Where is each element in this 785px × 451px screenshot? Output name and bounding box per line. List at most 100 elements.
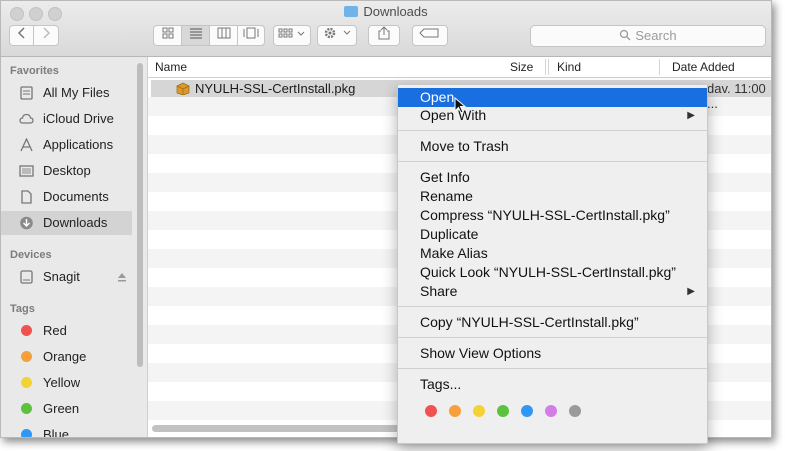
column-kind-header[interactable]: Kind: [557, 60, 581, 74]
list-view-button[interactable]: [182, 26, 210, 45]
menu-item-label: Copy “NYULH-SSL-CertInstall.pkg”: [420, 314, 639, 330]
column-view-button[interactable]: [210, 26, 238, 45]
sidebar-item-label: Desktop: [43, 163, 91, 178]
sidebar-tag-blue[interactable]: Blue: [1, 423, 132, 438]
column-divider[interactable]: [545, 59, 546, 75]
window-title-text: Downloads: [363, 4, 428, 19]
mouse-cursor-icon: [454, 97, 467, 114]
downloads-icon: [20, 216, 33, 230]
sidebar-item-applications[interactable]: Applications: [1, 133, 132, 157]
menu-item-label: Open: [420, 89, 455, 105]
forward-button[interactable]: [34, 26, 58, 45]
tag-blue-swatch[interactable]: [521, 405, 533, 417]
menu-item-duplicate[interactable]: Duplicate: [398, 225, 707, 244]
menu-separator: [398, 306, 707, 307]
search-field[interactable]: Search: [530, 25, 766, 47]
chevron-left-icon: [17, 27, 25, 39]
yellow-tag-icon: [21, 377, 32, 388]
sidebar-item-all-my-files[interactable]: All My Files: [1, 81, 132, 105]
blue-tag-icon: [21, 429, 32, 437]
tag-gray-swatch[interactable]: [569, 405, 581, 417]
all-files-icon: [20, 86, 33, 100]
menu-item-make-alias[interactable]: Make Alias: [398, 244, 707, 263]
column-divider[interactable]: [548, 59, 549, 75]
menu-item-open-with[interactable]: Open With ▶: [398, 106, 707, 125]
sidebar-tag-orange[interactable]: Orange: [1, 345, 132, 369]
column-divider[interactable]: [659, 59, 660, 75]
menu-item-rename[interactable]: Rename: [398, 187, 707, 206]
menu-item-label: Duplicate: [420, 226, 479, 242]
toolbar: Downloads Search: [1, 1, 771, 57]
context-menu: Open Open With ▶ Move to Trash Get Info R…: [397, 84, 708, 444]
grid-icon: [162, 27, 173, 39]
sidebar-scrollbar[interactable]: [137, 63, 143, 367]
tags-header: Tags: [10, 303, 35, 315]
sidebar: Favorites All My Files iCloud Drive Appl…: [1, 57, 148, 437]
sidebar-item-documents[interactable]: Documents: [1, 185, 132, 209]
eject-icon[interactable]: [117, 272, 127, 282]
column-name-header[interactable]: Name: [155, 60, 187, 74]
menu-item-share[interactable]: Share ▶: [398, 282, 707, 301]
sidebar-tag-yellow[interactable]: Yellow: [1, 371, 132, 395]
favorites-header: Favorites: [10, 65, 59, 77]
menu-item-copy[interactable]: Copy “NYULH-SSL-CertInstall.pkg”: [398, 313, 707, 332]
green-tag-icon: [21, 403, 32, 414]
sidebar-item-icloud-drive[interactable]: iCloud Drive: [1, 107, 132, 131]
menu-item-label: Compress “NYULH-SSL-CertInstall.pkg”: [420, 207, 670, 223]
icon-view-button[interactable]: [154, 26, 182, 45]
sidebar-item-label: Red: [43, 323, 67, 338]
horizontal-scrollbar[interactable]: [152, 425, 422, 432]
cloud-icon: [19, 113, 34, 124]
documents-icon: [21, 190, 32, 204]
back-forward-control: [9, 25, 59, 46]
share-icon: [378, 26, 390, 40]
sidebar-item-label: Yellow: [43, 375, 81, 390]
sidebar-item-label: All My Files: [43, 85, 110, 100]
columns-icon: [217, 27, 230, 39]
file-name: NYULH-SSL-CertInstall.pkg: [195, 81, 356, 96]
menu-item-label: Get Info: [420, 169, 470, 185]
arrange-button[interactable]: [273, 25, 311, 46]
sidebar-item-snagit[interactable]: Snagit: [1, 265, 132, 289]
sidebar-item-label: Snagit: [43, 269, 80, 284]
applications-icon: [20, 138, 33, 152]
menu-item-compress[interactable]: Compress “NYULH-SSL-CertInstall.pkg”: [398, 206, 707, 225]
sidebar-item-label: Blue: [43, 427, 70, 438]
edit-tags-button[interactable]: [412, 25, 448, 46]
tag-purple-swatch[interactable]: [545, 405, 557, 417]
tag-orange-swatch[interactable]: [449, 405, 461, 417]
disk-icon: [20, 270, 33, 284]
back-button[interactable]: [10, 26, 34, 45]
menu-item-label: Make Alias: [420, 245, 488, 261]
sidebar-item-label: Documents: [43, 189, 109, 204]
sidebar-tag-red[interactable]: Red: [1, 319, 132, 343]
menu-item-label: Quick Look “NYULH-SSL-CertInstall.pkg”: [420, 264, 676, 280]
menu-item-label: Tags...: [420, 376, 462, 392]
menu-item-open[interactable]: Open: [398, 88, 707, 107]
sidebar-item-desktop[interactable]: Desktop: [1, 159, 132, 183]
gear-icon: [324, 27, 351, 39]
menu-item-move-to-trash[interactable]: Move to Trash: [398, 137, 707, 156]
tag-green-swatch[interactable]: [497, 405, 509, 417]
share-button[interactable]: [368, 25, 400, 46]
list-icon: [189, 28, 202, 39]
sidebar-item-label: Applications: [43, 137, 114, 152]
column-date-added-header[interactable]: Date Added: [672, 60, 735, 74]
cover-flow-button[interactable]: [238, 26, 264, 45]
tag-yellow-swatch[interactable]: [473, 405, 485, 417]
tag-red-swatch[interactable]: [425, 405, 437, 417]
menu-item-get-info[interactable]: Get Info: [398, 168, 707, 187]
folder-icon: [344, 6, 359, 17]
menu-item-quick-look[interactable]: Quick Look “NYULH-SSL-CertInstall.pkg”: [398, 263, 707, 282]
menu-item-tags[interactable]: Tags...: [398, 375, 707, 394]
action-button[interactable]: [317, 25, 357, 46]
sidebar-item-label: Green: [43, 401, 80, 416]
sidebar-tag-green[interactable]: Green: [1, 397, 132, 421]
column-size-header[interactable]: Size: [510, 60, 533, 74]
tag-icon: [419, 28, 439, 38]
menu-item-show-view-options[interactable]: Show View Options: [398, 344, 707, 363]
chevron-right-icon: [43, 27, 51, 39]
arrange-icon: [278, 28, 305, 38]
file-date-added: dav. 11:00 ...: [707, 81, 766, 111]
sidebar-item-downloads[interactable]: Downloads: [1, 211, 132, 235]
